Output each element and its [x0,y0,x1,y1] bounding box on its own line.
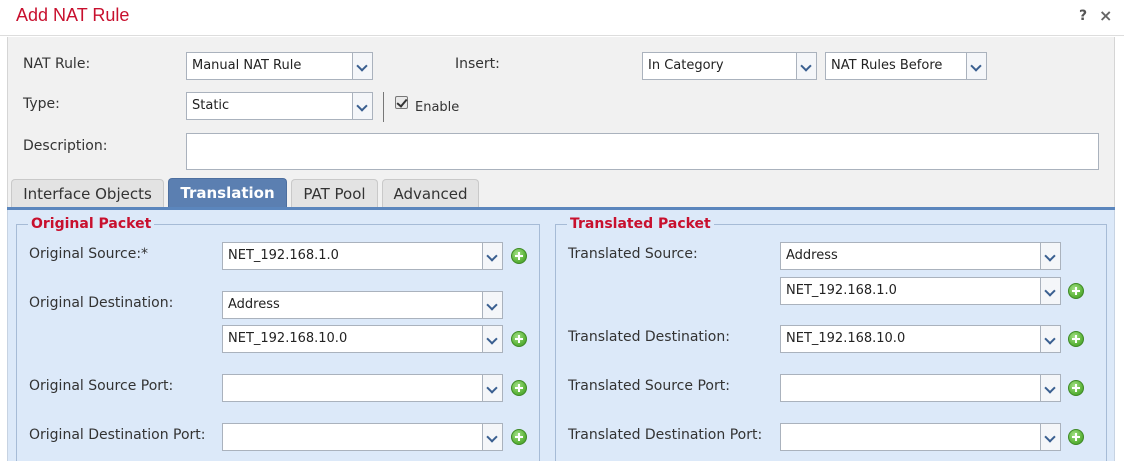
add-original-destination-port-icon[interactable] [511,429,527,445]
chevron-down-icon[interactable] [966,53,986,79]
insert-value: In Category [648,58,724,73]
translated-source-label: Translated Source: [568,246,698,262]
add-original-source-icon[interactable] [511,248,527,264]
translated-destination-label: Translated Destination: [568,329,730,345]
tab-interface-objects[interactable]: Interface Objects [11,179,164,209]
chevron-down-icon[interactable] [1040,243,1060,269]
chevron-down-icon[interactable] [482,292,502,318]
original-source-port-select[interactable] [222,374,503,402]
translated-source-type-select[interactable]: Address [780,242,1061,270]
chevron-down-icon[interactable] [1040,278,1060,304]
dialog-title: Add NAT Rule [16,5,130,25]
insert-position-select[interactable]: NAT Rules Before [825,52,987,80]
translated-source-select[interactable]: NET_192.168.1.0 [780,277,1061,305]
type-select[interactable]: Static [186,92,373,120]
original-destination-port-select[interactable] [222,423,503,451]
original-source-port-label: Original Source Port: [29,378,174,394]
translated-source-port-label: Translated Source Port: [568,378,730,394]
type-value: Static [192,98,230,113]
original-packet-legend: Original Packet [28,216,155,232]
chevron-down-icon[interactable] [1040,326,1060,352]
chevron-down-icon[interactable] [1040,375,1060,401]
tab-pat-pool[interactable]: PAT Pool [291,179,378,209]
help-icon[interactable]: ? [1079,8,1087,24]
chevron-down-icon[interactable] [482,424,502,450]
nat-rule-value: Manual NAT Rule [192,58,302,73]
add-original-destination-icon[interactable] [511,331,527,347]
chevron-down-icon[interactable] [796,53,816,79]
original-destination-type-value: Address [228,297,280,312]
translated-destination-port-label: Translated Destination Port: [568,427,763,443]
original-source-select[interactable]: NET_192.168.1.0 [222,242,503,270]
translated-destination-port-select[interactable] [780,423,1061,451]
add-original-source-port-icon[interactable] [511,380,527,396]
original-destination-select[interactable]: NET_192.168.10.0 [222,325,503,353]
original-destination-value: NET_192.168.10.0 [228,331,348,346]
original-destination-type-select[interactable]: Address [222,291,503,319]
chevron-down-icon[interactable] [352,93,372,119]
chevron-down-icon[interactable] [1040,424,1060,450]
original-source-label: Original Source:* [29,246,149,262]
chevron-down-icon[interactable] [352,53,372,79]
add-translated-destination-port-icon[interactable] [1068,429,1084,445]
enable-label: Enable [415,100,460,115]
translated-destination-value: NET_192.168.10.0 [786,331,906,346]
add-translated-destination-icon[interactable] [1068,331,1084,347]
translated-source-type-value: Address [786,248,838,263]
translated-packet-legend: Translated Packet [567,216,714,232]
tab-translation[interactable]: Translation [168,178,287,209]
enable-checkbox[interactable] [395,96,408,109]
chevron-down-icon[interactable] [482,243,502,269]
tab-advanced[interactable]: Advanced [382,179,479,209]
translated-destination-select[interactable]: NET_192.168.10.0 [780,325,1061,353]
close-icon[interactable]: × [1099,6,1112,25]
add-translated-source-icon[interactable] [1068,283,1084,299]
original-destination-label: Original Destination: [29,295,174,311]
nat-rule-label: NAT Rule: [23,56,91,72]
dialog-header [0,0,1124,36]
description-field[interactable] [186,133,1099,170]
nat-rule-select[interactable]: Manual NAT Rule [186,52,373,80]
insert-select[interactable]: In Category [642,52,817,80]
insert-label: Insert: [455,56,500,72]
description-label: Description: [23,138,108,154]
translated-source-port-select[interactable] [780,374,1061,402]
divider [383,92,384,122]
type-label: Type: [23,96,60,112]
original-destination-port-label: Original Destination Port: [29,427,206,443]
translated-source-value: NET_192.168.1.0 [786,283,897,298]
chevron-down-icon[interactable] [482,375,502,401]
insert-position-value: NAT Rules Before [831,58,943,73]
chevron-down-icon[interactable] [482,326,502,352]
add-translated-source-port-icon[interactable] [1068,380,1084,396]
original-source-value: NET_192.168.1.0 [228,248,339,263]
